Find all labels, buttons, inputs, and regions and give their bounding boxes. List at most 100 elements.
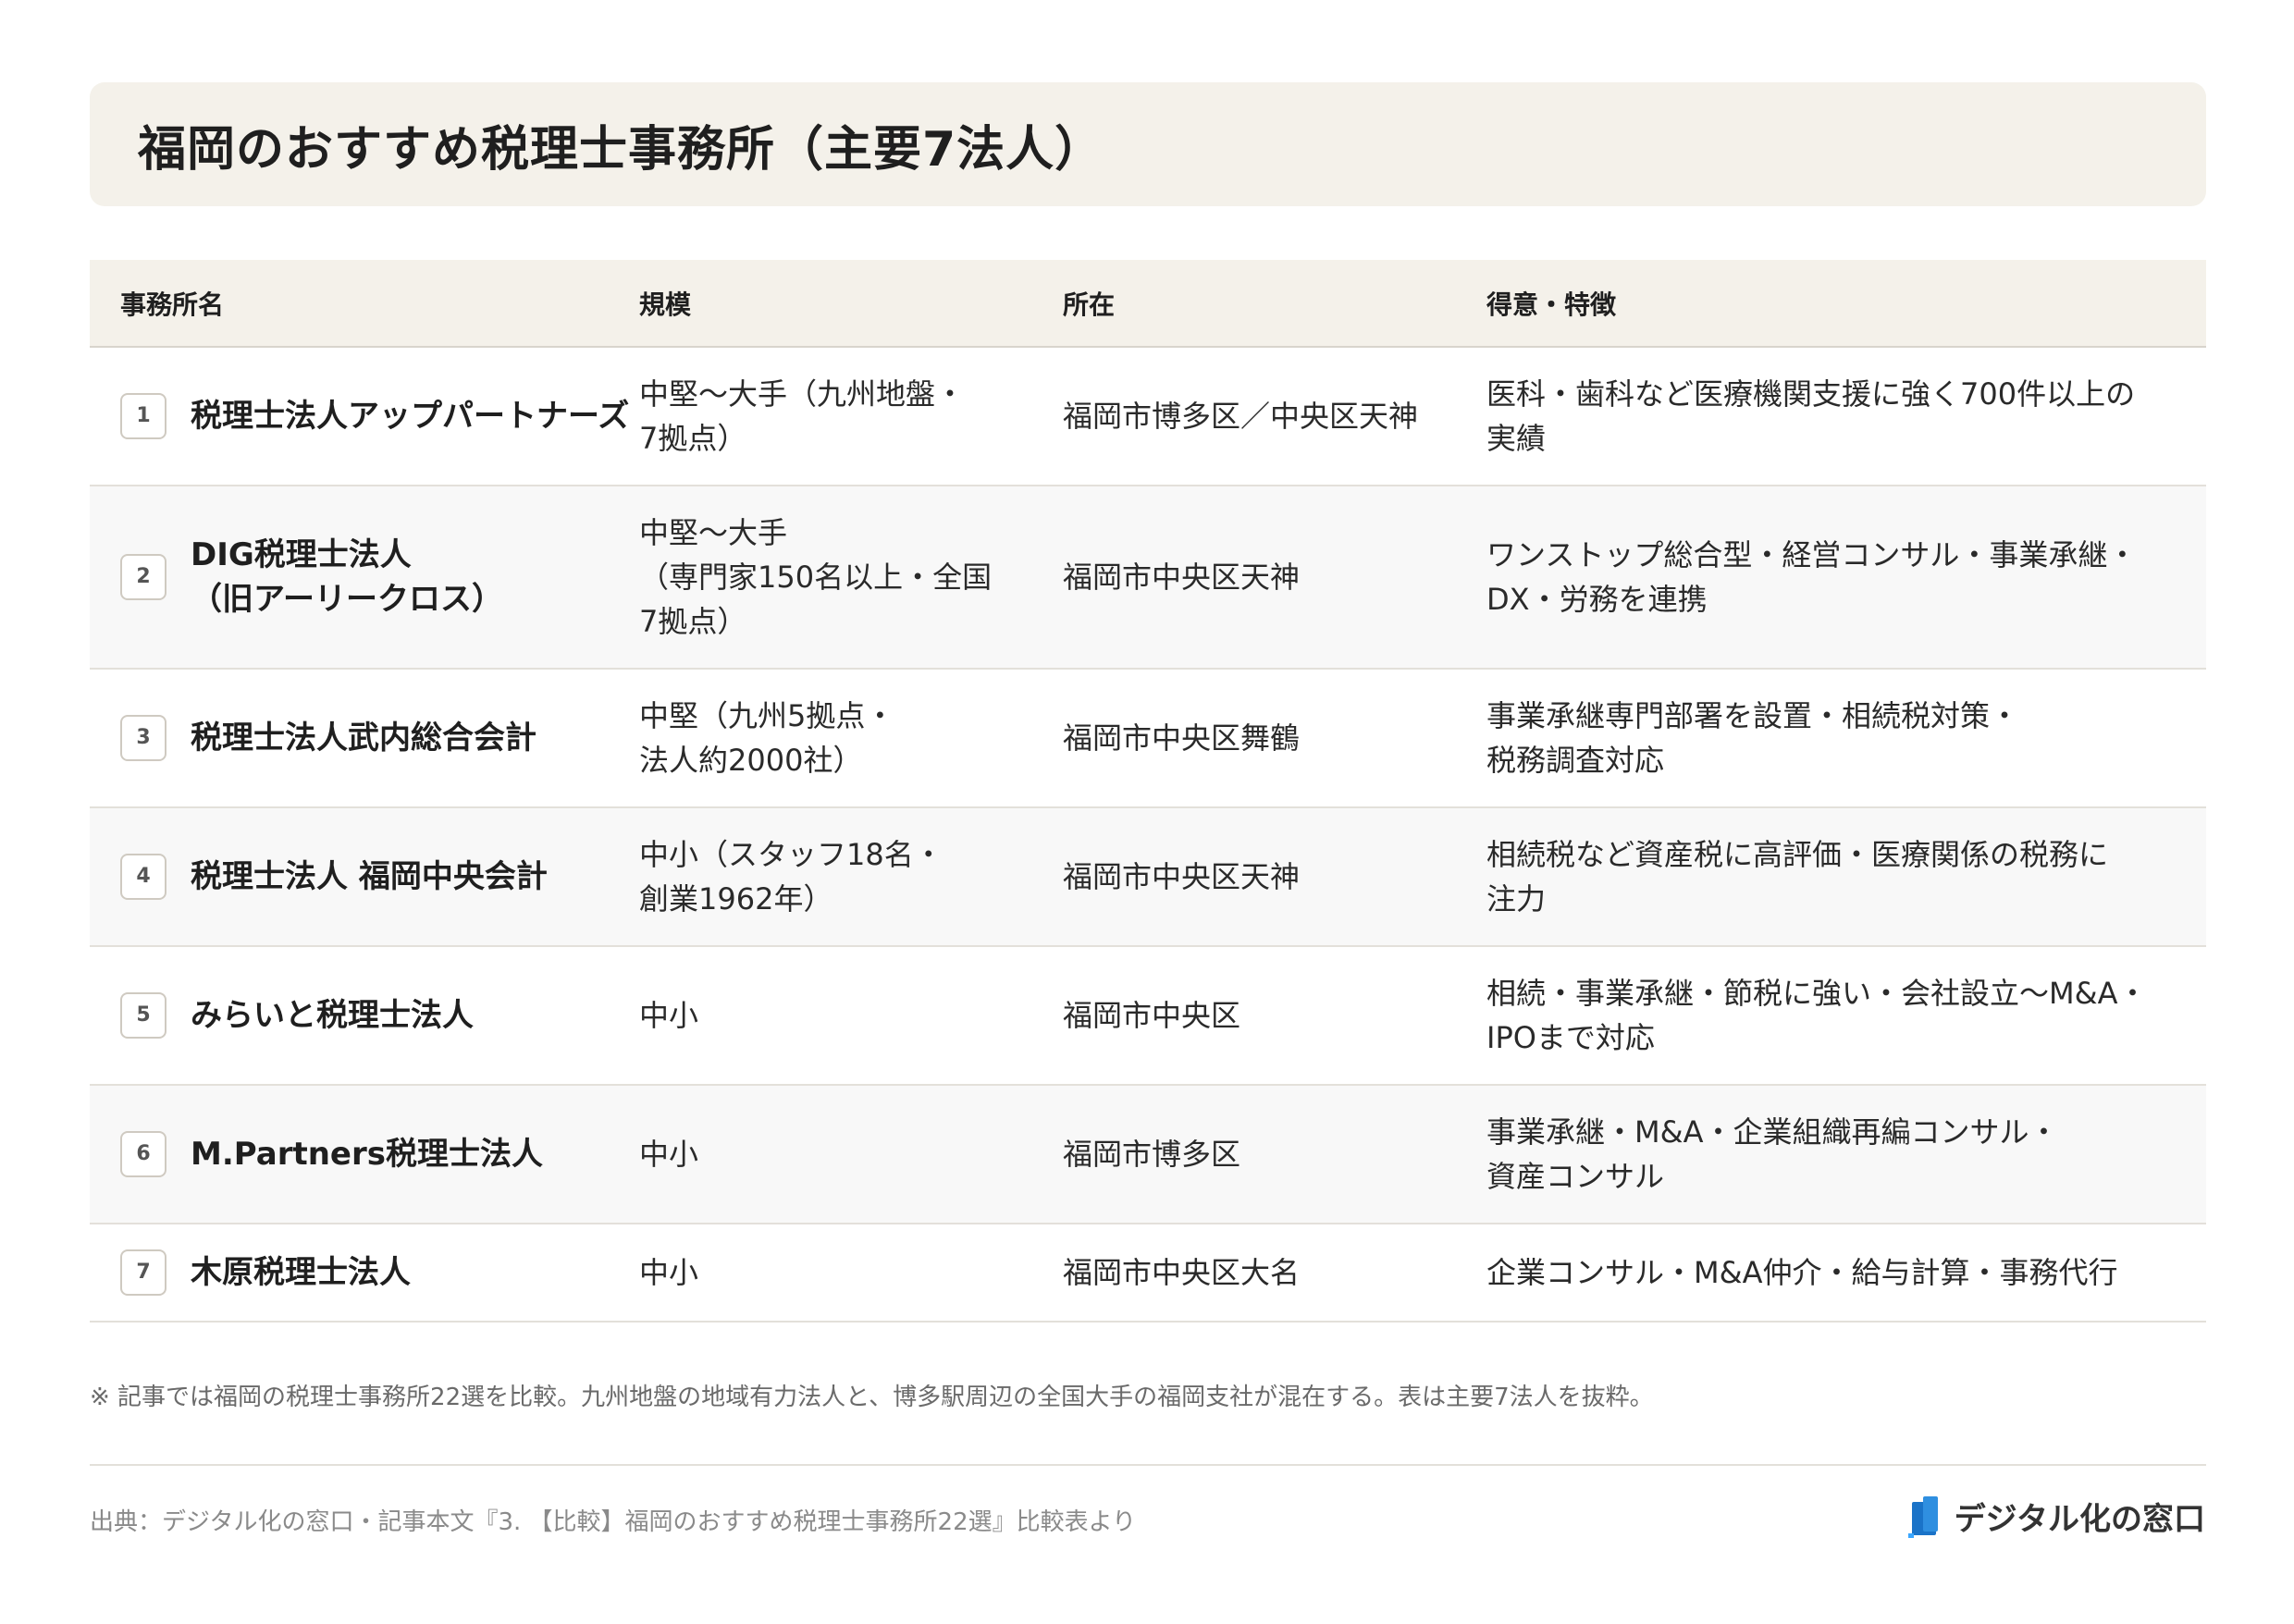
office-name-line: 税理士法人武内総合会計 bbox=[191, 720, 536, 757]
office-name-line: 税理士法人アップパートナーズ bbox=[191, 398, 630, 435]
feature-text: 企業コンサル・M&A仲介・給与計算・事務代行 bbox=[1486, 1250, 2205, 1295]
scale-text-line: 7拠点） bbox=[639, 604, 747, 639]
feature-text-line: 相続税など資産税に高評価・医療関係の税務に bbox=[1486, 837, 2109, 872]
office-name: 税理士法人 福岡中央会計 bbox=[191, 855, 548, 899]
feature-text: 医科・歯科など医療機関支援に強く700件以上の 実績 bbox=[1486, 372, 2205, 461]
feature-text-line: 企業コンサル・M&A仲介・給与計算・事務代行 bbox=[1486, 1255, 2118, 1290]
cell-feature: 事業承継専門部署を設置・相続税対策・ 税務調査対応 bbox=[1486, 669, 2206, 808]
scale-text-line: 創業1962年） bbox=[639, 881, 833, 917]
feature-text: 事業承継専門部署を設置・相続税対策・ 税務調査対応 bbox=[1486, 694, 2205, 782]
comparison-table: 事務所名 規模 所在 得意・特徴 1 税理士法人アップパートナーズ 中堅〜大手（九州… bbox=[90, 260, 2206, 1323]
cell-office-name: 3 税理士法人武内総合会計 bbox=[90, 669, 639, 808]
feature-text-line: 資産コンサル bbox=[1486, 1159, 1665, 1194]
cell-scale: 中小 bbox=[639, 946, 1063, 1086]
office-name-wrap: 1 税理士法人アップパートナーズ bbox=[120, 393, 638, 439]
cell-scale: 中小 bbox=[639, 1224, 1063, 1323]
scale-text-line: 中小（スタッフ18名・ bbox=[639, 837, 944, 872]
table-row: 2 DIG税理士法人 （旧アーリークロス） 中堅〜大手 （専門家150名以上・全国 7拠点… bbox=[90, 486, 2206, 670]
scale-text-line: 中堅〜大手 bbox=[639, 515, 788, 550]
scale-text: 中堅〜大手（九州地盤・ 7拠点） bbox=[639, 372, 1062, 461]
footnote: ※ 記事では福岡の税理士事務所22選を比較。九州地盤の地域有力法人と、博多駅周辺… bbox=[90, 1384, 1654, 1411]
cell-scale: 中小 bbox=[639, 1085, 1063, 1224]
header-scale: 規模 bbox=[639, 260, 1063, 348]
scale-text-line: 中小 bbox=[639, 1137, 699, 1172]
cell-location: 福岡市博多区 bbox=[1063, 1085, 1486, 1224]
divider bbox=[90, 1464, 2206, 1466]
office-name: 税理士法人アップパートナーズ bbox=[191, 394, 629, 438]
scale-text: 中小（スタッフ18名・ 創業1962年） bbox=[639, 832, 1062, 921]
cell-feature: 相続・事業承継・節税に強い・会社設立〜M&A・ IPOまで対応 bbox=[1486, 946, 2206, 1086]
office-name-wrap: 6 M.Partners税理士法人 bbox=[120, 1131, 638, 1177]
cell-feature: 相続税など資産税に高評価・医療関係の税務に 注力 bbox=[1486, 807, 2206, 947]
cell-feature: ワンストップ総合型・経営コンサル・事業承継・ DX・労務を連携 bbox=[1486, 486, 2206, 670]
rank-badge: 2 bbox=[120, 554, 166, 600]
feature-text: 相続・事業承継・節税に強い・会社設立〜M&A・ IPOまで対応 bbox=[1486, 971, 2205, 1060]
scale-text-line: 中堅〜大手（九州地盤・ bbox=[639, 376, 966, 412]
office-name-wrap: 7 木原税理士法人 bbox=[120, 1249, 638, 1296]
cell-scale: 中堅〜大手 （専門家150名以上・全国 7拠点） bbox=[639, 486, 1063, 670]
cell-office-name: 1 税理士法人アップパートナーズ bbox=[90, 347, 639, 486]
feature-text-line: 税務調査対応 bbox=[1486, 743, 1665, 778]
feature-text: 相続税など資産税に高評価・医療関係の税務に 注力 bbox=[1486, 832, 2205, 921]
feature-text-line: ワンストップ総合型・経営コンサル・事業承継・ bbox=[1486, 537, 2138, 572]
cell-location: 福岡市中央区天神 bbox=[1063, 486, 1486, 670]
title-box: 福岡のおすすめ税理士事務所（主要7法人） bbox=[90, 82, 2206, 206]
office-name-wrap: 4 税理士法人 福岡中央会計 bbox=[120, 854, 638, 900]
rank-badge: 4 bbox=[120, 854, 166, 900]
table-row: 1 税理士法人アップパートナーズ 中堅〜大手（九州地盤・ 7拠点） 福岡市博多区／中央区… bbox=[90, 347, 2206, 486]
feature-text-line: 医科・歯科など医療機関支援に強く700件以上の bbox=[1486, 376, 2136, 412]
feature-text: 事業承継・M&A・企業組織再編コンサル・ 資産コンサル bbox=[1486, 1110, 2205, 1199]
table-row: 7 木原税理士法人 中小 福岡市中央区大名 企業コンサル・M&A仲介・給与計算・事務代行 bbox=[90, 1224, 2206, 1323]
office-name-line: M.Partners税理士法人 bbox=[191, 1136, 543, 1173]
header-feature: 得意・特徴 bbox=[1486, 260, 2206, 348]
cell-office-name: 5 みらいと税理士法人 bbox=[90, 946, 639, 1086]
cell-location: 福岡市中央区大名 bbox=[1063, 1224, 1486, 1323]
feature-text-line: 実績 bbox=[1486, 421, 1547, 456]
cell-office-name: 6 M.Partners税理士法人 bbox=[90, 1085, 639, 1224]
feature-text-line: 事業承継専門部署を設置・相続税対策・ bbox=[1486, 698, 2020, 733]
source-credit: 出典：デジタル化の窓口・記事本文『3. 【比較】福岡のおすすめ税理士事務所22選… bbox=[90, 1508, 1137, 1536]
rank-badge: 3 bbox=[120, 715, 166, 761]
rank-badge: 5 bbox=[120, 992, 166, 1039]
office-name-line: 税理士法人 福岡中央会計 bbox=[191, 858, 548, 895]
office-name-line: 木原税理士法人 bbox=[191, 1254, 411, 1291]
office-name-line: （旧アーリークロス） bbox=[191, 581, 503, 618]
cell-scale: 中堅〜大手（九州地盤・ 7拠点） bbox=[639, 347, 1063, 486]
scale-text-line: 中小 bbox=[639, 998, 699, 1033]
feature-text-line: 事業承継・M&A・企業組織再編コンサル・ bbox=[1486, 1114, 2059, 1150]
scale-text-line: （専門家150名以上・全国 bbox=[639, 560, 993, 595]
feature-text: ワンストップ総合型・経営コンサル・事業承継・ DX・労務を連携 bbox=[1486, 533, 2205, 621]
cell-feature: 医科・歯科など医療機関支援に強く700件以上の 実績 bbox=[1486, 347, 2206, 486]
table-row: 5 みらいと税理士法人 中小 福岡市中央区 相続・事業承継・節税に強い・会社設立〜M&A… bbox=[90, 946, 2206, 1086]
office-name-wrap: 2 DIG税理士法人 （旧アーリークロス） bbox=[120, 533, 638, 621]
office-name: 税理士法人武内総合会計 bbox=[191, 716, 536, 760]
feature-text-line: 相続・事業承継・節税に強い・会社設立〜M&A・ bbox=[1486, 976, 2148, 1011]
rank-badge: 1 bbox=[120, 393, 166, 439]
cell-office-name: 7 木原税理士法人 bbox=[90, 1224, 639, 1323]
page-title: 福岡のおすすめ税理士事務所（主要7法人） bbox=[138, 121, 1104, 178]
feature-text-line: DX・労務を連携 bbox=[1486, 582, 1708, 617]
brand: デジタル化の窓口 bbox=[1906, 1494, 2205, 1539]
office-name: みらいと税理士法人 bbox=[191, 993, 474, 1038]
scale-text: 中小 bbox=[639, 993, 1062, 1038]
cell-office-name: 4 税理士法人 福岡中央会計 bbox=[90, 807, 639, 947]
cell-location: 福岡市中央区天神 bbox=[1063, 807, 1486, 947]
table-row: 4 税理士法人 福岡中央会計 中小（スタッフ18名・ 創業1962年） 福岡市中央区天神… bbox=[90, 807, 2206, 947]
office-name-wrap: 5 みらいと税理士法人 bbox=[120, 992, 638, 1039]
scale-text: 中堅〜大手 （専門家150名以上・全国 7拠点） bbox=[639, 511, 1062, 644]
feature-text-line: IPOまで対応 bbox=[1486, 1020, 1655, 1055]
table-header-row: 事務所名 規模 所在 得意・特徴 bbox=[90, 260, 2206, 348]
rank-badge: 7 bbox=[120, 1249, 166, 1296]
cell-location: 福岡市中央区舞鶴 bbox=[1063, 669, 1486, 808]
scale-text-line: 中小 bbox=[639, 1255, 699, 1290]
scale-text: 中小 bbox=[639, 1250, 1062, 1295]
brand-name: デジタル化の窓口 bbox=[1954, 1501, 2205, 1538]
rank-badge: 6 bbox=[120, 1131, 166, 1177]
office-name-line: DIG税理士法人 bbox=[191, 536, 412, 573]
scale-text-line: 7拠点） bbox=[639, 421, 747, 456]
table-row: 3 税理士法人武内総合会計 中堅（九州5拠点・ 法人約2000社） 福岡市中央区舞鶴 事業… bbox=[90, 669, 2206, 808]
office-name: 木原税理士法人 bbox=[191, 1250, 411, 1295]
scale-text-line: 中堅（九州5拠点・ bbox=[639, 698, 895, 733]
office-name: DIG税理士法人 （旧アーリークロス） bbox=[191, 533, 503, 621]
cell-feature: 事業承継・M&A・企業組織再編コンサル・ 資産コンサル bbox=[1486, 1085, 2206, 1224]
